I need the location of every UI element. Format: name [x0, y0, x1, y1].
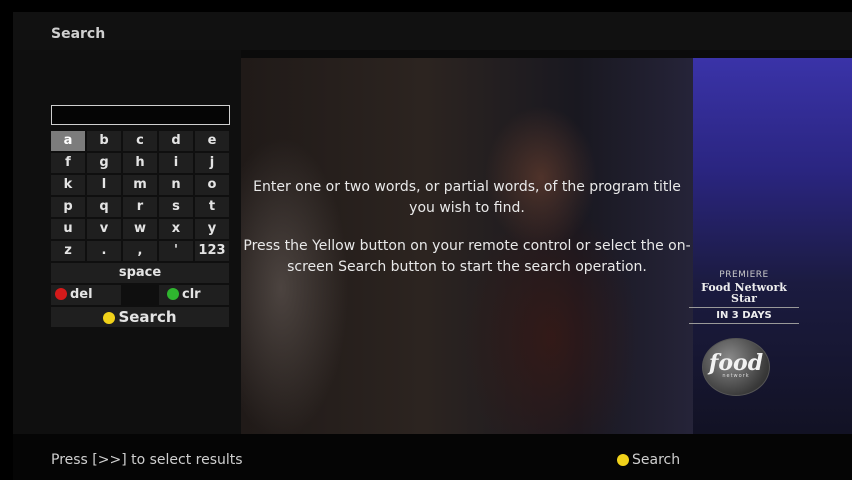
key-l[interactable]: l: [87, 175, 121, 195]
promo-label: PREMIERE: [719, 270, 769, 280]
footer-bar: Press [>>] to select results Search: [13, 434, 852, 480]
key-u[interactable]: u: [51, 219, 85, 239]
key-a[interactable]: a: [51, 131, 85, 151]
key-i[interactable]: i: [159, 153, 193, 173]
search-input[interactable]: [51, 105, 230, 125]
tv-screen: Search a b c d e f g h i j k l m n o p q: [13, 12, 852, 480]
instructions: Enter one or two words, or partial words…: [241, 177, 693, 295]
key-v[interactable]: v: [87, 219, 121, 239]
promo-when: IN 3 DAYS: [689, 307, 799, 324]
key-y[interactable]: y: [195, 219, 229, 239]
yellow-button-icon: [617, 454, 629, 466]
space-button[interactable]: space: [51, 263, 229, 283]
key-s[interactable]: s: [159, 197, 193, 217]
key-numbers[interactable]: 123: [195, 241, 229, 261]
key-o[interactable]: o: [195, 175, 229, 195]
key-q[interactable]: q: [87, 197, 121, 217]
key-r[interactable]: r: [123, 197, 157, 217]
header-bar: Search: [13, 12, 852, 50]
key-z[interactable]: z: [51, 241, 85, 261]
instructions-line-1: Enter one or two words, or partial words…: [253, 179, 681, 216]
footer-search-label: Search: [632, 452, 681, 468]
yellow-button-icon: [103, 312, 116, 324]
footer-search-button[interactable]: Search: [617, 452, 680, 468]
key-period[interactable]: .: [87, 241, 121, 261]
key-c[interactable]: c: [123, 131, 157, 151]
key-t[interactable]: t: [195, 197, 229, 217]
keyboard-search-button[interactable]: Search: [51, 307, 229, 327]
key-n[interactable]: n: [159, 175, 193, 195]
page-title: Search: [51, 26, 106, 42]
food-network-logo: food network: [702, 338, 770, 396]
promo-banner: PREMIERE Food Network Star IN 3 DAYS: [689, 270, 799, 324]
delete-button[interactable]: del: [51, 285, 121, 305]
key-g[interactable]: g: [87, 153, 121, 173]
instructions-line-2: Press the Yellow button on your remote c…: [243, 238, 691, 275]
key-m[interactable]: m: [123, 175, 157, 195]
red-button-icon: [55, 288, 67, 300]
key-e[interactable]: e: [195, 131, 229, 151]
key-d[interactable]: d: [159, 131, 193, 151]
keyboard-panel: a b c d e f g h i j k l m n o p q r s t …: [13, 50, 241, 434]
keyboard-search-label: Search: [118, 308, 177, 326]
footer-hint: Press [>>] to select results: [51, 452, 243, 468]
key-k[interactable]: k: [51, 175, 85, 195]
key-w[interactable]: w: [123, 219, 157, 239]
key-j[interactable]: j: [195, 153, 229, 173]
key-f[interactable]: f: [51, 153, 85, 173]
key-h[interactable]: h: [123, 153, 157, 173]
key-b[interactable]: b: [87, 131, 121, 151]
key-p[interactable]: p: [51, 197, 85, 217]
clear-button[interactable]: clr: [159, 285, 229, 305]
green-button-icon: [167, 288, 179, 300]
key-x[interactable]: x: [159, 219, 193, 239]
clear-label: clr: [182, 287, 201, 302]
key-apostrophe[interactable]: ': [159, 241, 193, 261]
delete-label: del: [70, 287, 93, 302]
key-comma[interactable]: ,: [123, 241, 157, 261]
promo-title: Food Network Star: [701, 281, 787, 305]
